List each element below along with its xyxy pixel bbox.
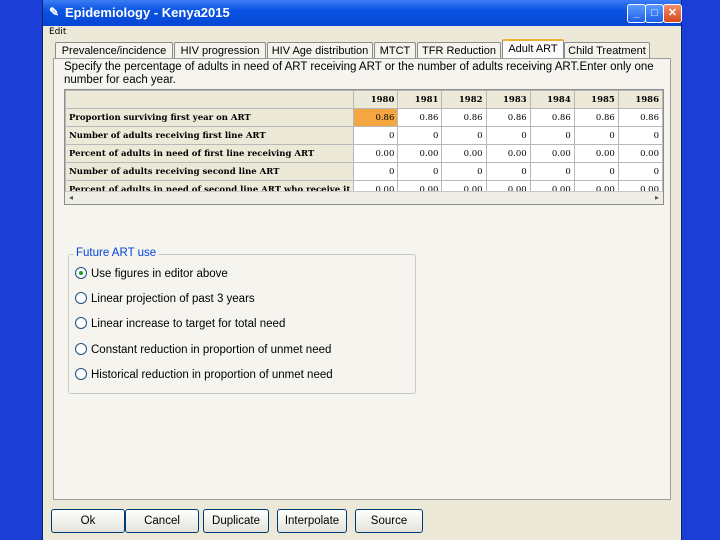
grid-cell[interactable]: 0	[397, 126, 443, 145]
maximize-button[interactable]: □	[645, 4, 664, 23]
minimize-button[interactable]: _	[627, 4, 646, 23]
option-linear-projection[interactable]: Linear projection of past 3 years	[75, 292, 255, 306]
grid-cell[interactable]: 0	[573, 126, 619, 145]
option-label: Historical reduction in proportion of un…	[91, 369, 333, 381]
table-row: Number of adults receiving second line A…	[65, 162, 663, 181]
cancel-button[interactable]: Cancel	[125, 509, 199, 533]
scroll-right-icon[interactable]: ▸	[652, 193, 662, 203]
close-button[interactable]: ✕	[663, 4, 682, 23]
grid-cell[interactable]: 0.86	[485, 108, 531, 127]
grid-cell[interactable]: 0	[617, 126, 663, 145]
ok-button[interactable]: Ok	[51, 509, 125, 533]
row-label: Proportion surviving first year on ART	[65, 108, 355, 127]
grid-cell[interactable]: 0.86	[617, 108, 663, 127]
grid-corner	[65, 90, 355, 109]
radio-icon[interactable]	[75, 368, 87, 380]
tab-child-treatment[interactable]: Child Treatment	[564, 42, 650, 59]
future-art-use-group: Future ART use Use figures in editor abo…	[68, 247, 416, 394]
title-bar[interactable]: ✎ Epidemiology - Kenya2015 _ □ ✕	[43, 0, 682, 26]
option-linear-increase[interactable]: Linear increase to target for total need	[75, 317, 285, 331]
option-label: Constant reduction in proportion of unme…	[91, 344, 332, 356]
grid-cell[interactable]: 0	[485, 162, 531, 181]
row-label: Number of adults receiving second line A…	[65, 162, 355, 181]
art-data-grid[interactable]: 1980 1981 1982 1983 1984 1985 1986 Propo…	[64, 89, 664, 205]
epidemiology-window: ✎ Epidemiology - Kenya2015 _ □ ✕ Edit Pr…	[42, 0, 682, 540]
tab-prevalence-incidence[interactable]: Prevalence/incidence	[55, 42, 173, 59]
table-row: Percent of adults in need of first line …	[65, 144, 663, 163]
grid-cell[interactable]: 0	[441, 126, 487, 145]
grid-cell[interactable]: 0.00	[617, 144, 663, 163]
grid-cell[interactable]: 0.86	[441, 108, 487, 127]
grid-cell[interactable]: 0	[485, 126, 531, 145]
grid-cell[interactable]: 0.00	[485, 144, 531, 163]
tab-tfr-reduction[interactable]: TFR Reduction	[417, 42, 501, 59]
year-header: 1986	[617, 90, 663, 109]
grid-cell[interactable]: 0.00	[353, 144, 399, 163]
grid-cell[interactable]: 0.00	[573, 144, 619, 163]
option-label: Linear projection of past 3 years	[91, 293, 255, 305]
year-header: 1980	[353, 90, 399, 109]
adult-art-panel: Specify the percentage of adults in need…	[53, 58, 671, 500]
grid-cell[interactable]: 0.00	[397, 144, 443, 163]
tab-hiv-progression[interactable]: HIV progression	[174, 42, 266, 59]
close-icon: ✕	[667, 7, 678, 19]
year-header: 1982	[441, 90, 487, 109]
art-table: 1980 1981 1982 1983 1984 1985 1986 Propo…	[65, 90, 663, 199]
grid-cell[interactable]: 0	[573, 162, 619, 181]
radio-icon[interactable]	[75, 343, 87, 355]
option-label: Linear increase to target for total need	[91, 318, 286, 330]
year-header: 1985	[573, 90, 619, 109]
radio-icon[interactable]	[75, 317, 87, 329]
radio-icon[interactable]	[75, 292, 87, 304]
source-button[interactable]: Source	[355, 509, 423, 533]
instructions-text: Specify the percentage of adults in need…	[64, 61, 654, 86]
grid-cell[interactable]: 0	[353, 162, 399, 181]
option-label: Use figures in editor above	[91, 268, 228, 280]
scroll-left-icon[interactable]: ◂	[66, 193, 76, 203]
option-constant-reduction[interactable]: Constant reduction in proportion of unme…	[75, 343, 331, 357]
tab-hiv-age-distribution[interactable]: HIV Age distribution	[267, 42, 373, 59]
maximize-icon: □	[651, 7, 658, 19]
grid-cell[interactable]: 0	[529, 162, 575, 181]
grid-cell[interactable]: 0.86	[397, 108, 443, 127]
option-use-figures[interactable]: Use figures in editor above	[75, 267, 228, 281]
grid-cell[interactable]: 0.86	[353, 108, 399, 127]
window-title: Epidemiology - Kenya2015	[65, 5, 230, 20]
grid-cell[interactable]: 0	[529, 126, 575, 145]
duplicate-button[interactable]: Duplicate	[203, 509, 269, 533]
minimize-icon: _	[633, 7, 640, 19]
grid-cell[interactable]: 0	[353, 126, 399, 145]
grid-cell[interactable]: 0.86	[573, 108, 619, 127]
grid-cell[interactable]: 0	[441, 162, 487, 181]
table-row: Proportion surviving first year on ART 0…	[65, 108, 663, 127]
year-header: 1984	[529, 90, 575, 109]
horizontal-scrollbar[interactable]: ◂ ▸	[65, 191, 663, 204]
grid-cell[interactable]: 0	[617, 162, 663, 181]
group-title: Future ART use	[74, 247, 159, 259]
edit-menu[interactable]: Edit	[49, 27, 66, 37]
year-header: 1981	[397, 90, 443, 109]
radio-checked-icon[interactable]	[75, 267, 87, 279]
grid-cell[interactable]: 0.86	[529, 108, 575, 127]
grid-cell[interactable]: 0.00	[441, 144, 487, 163]
grid-cell[interactable]: 0.00	[529, 144, 575, 163]
row-label: Percent of adults in need of first line …	[65, 144, 355, 163]
option-historical-reduction[interactable]: Historical reduction in proportion of un…	[75, 368, 333, 382]
app-icon: ✎	[48, 5, 60, 19]
row-label: Number of adults receiving first line AR…	[65, 126, 355, 145]
table-row: Number of adults receiving first line AR…	[65, 126, 663, 145]
year-header: 1983	[485, 90, 531, 109]
grid-cell[interactable]: 0	[397, 162, 443, 181]
tab-mtct[interactable]: MTCT	[374, 42, 416, 59]
interpolate-button[interactable]: Interpolate	[277, 509, 347, 533]
header-row: 1980 1981 1982 1983 1984 1985 1986	[65, 90, 663, 109]
